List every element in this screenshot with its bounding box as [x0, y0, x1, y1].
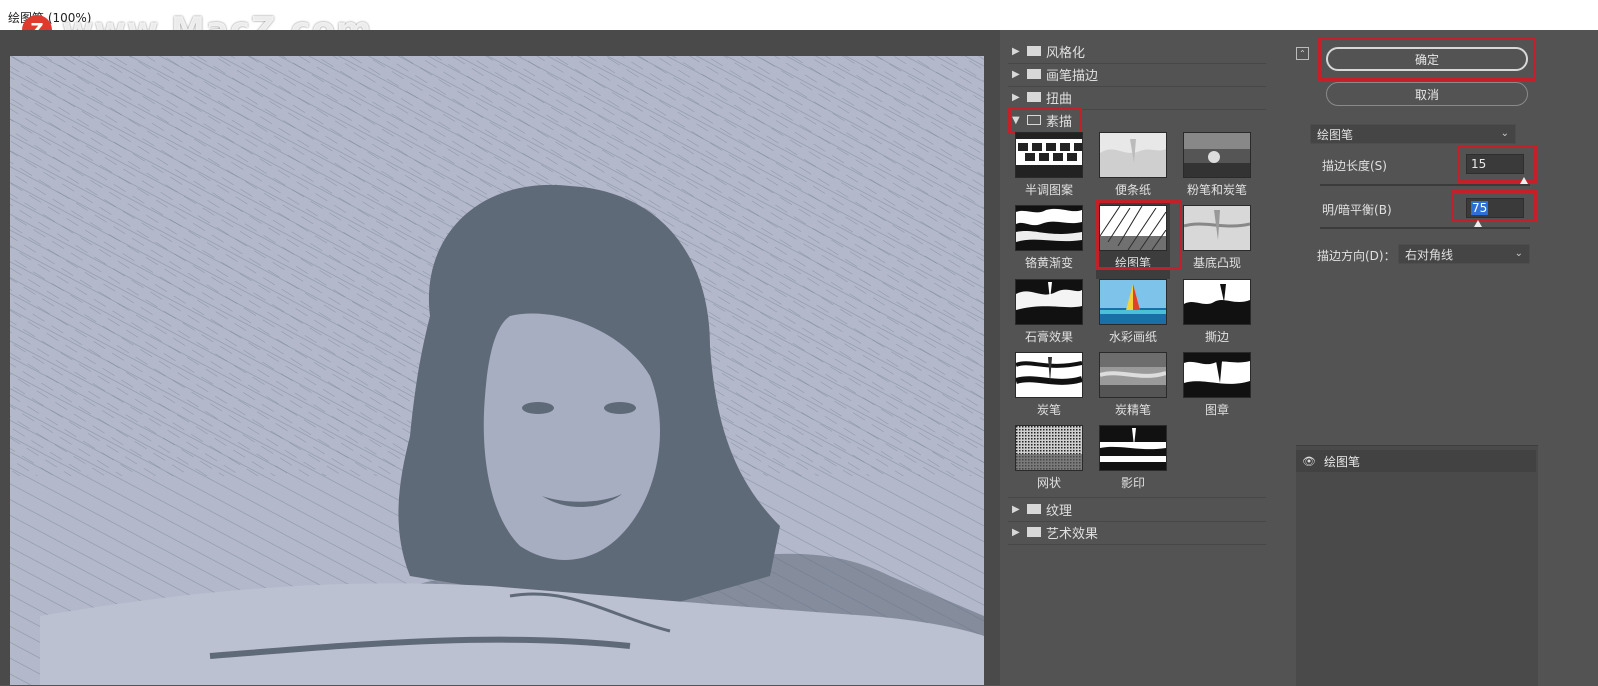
filter-halftone-pattern[interactable]: 半调图案: [1012, 132, 1086, 198]
effect-layers-panel: 👁 绘图笔: [1296, 445, 1538, 686]
filter-reticulation[interactable]: 网状: [1012, 425, 1086, 491]
divider: [1008, 544, 1266, 545]
cancel-button[interactable]: 取消: [1326, 82, 1528, 106]
highlight-box-graphic-pen: [1096, 200, 1182, 270]
expand-triangle-icon: ▶: [1012, 91, 1020, 103]
category-stylize[interactable]: ▶ 风格化: [1012, 40, 1085, 62]
filter-plaster[interactable]: 石膏效果: [1012, 279, 1086, 345]
expand-triangle-icon: ▶: [1012, 45, 1020, 57]
preview-image[interactable]: [10, 56, 984, 685]
eye-icon[interactable]: 👁: [1302, 455, 1318, 468]
filter-note-paper[interactable]: 便条纸: [1096, 132, 1170, 198]
category-texture[interactable]: ▶ 纹理: [1012, 498, 1072, 520]
stroke-direction-dropdown[interactable]: 右对角线 ⌄: [1398, 244, 1530, 264]
folder-icon: [1027, 92, 1041, 102]
stroke-length-slider-handle[interactable]: [1519, 177, 1528, 184]
filter-bas-relief[interactable]: 基底凸现: [1180, 205, 1254, 271]
category-brush-strokes[interactable]: ▶ 画笔描边: [1012, 63, 1098, 85]
chevron-down-icon: ⌄: [1514, 248, 1523, 259]
filter-stamp[interactable]: 图章: [1180, 352, 1254, 418]
light-dark-balance-slider[interactable]: [1320, 220, 1530, 229]
folder-icon: [1027, 46, 1041, 56]
stroke-length-label: 描边长度(S): [1322, 159, 1387, 173]
filter-conte-crayon[interactable]: 炭精笔: [1096, 352, 1170, 418]
highlight-box-sketch-category: [1008, 107, 1082, 134]
expand-triangle-icon: ▶: [1012, 526, 1020, 538]
light-dark-balance-slider-handle[interactable]: [1473, 220, 1482, 227]
category-distort[interactable]: ▶ 扭曲: [1012, 86, 1072, 108]
filter-photocopy[interactable]: 影印: [1096, 425, 1170, 491]
filter-torn-edges[interactable]: 撕边: [1180, 279, 1254, 345]
filter-charcoal[interactable]: 炭笔: [1012, 352, 1086, 418]
collapse-gallery-icon[interactable]: ⌃: [1296, 47, 1309, 60]
filter-gallery: ▶ 风格化 ▶ 画笔描边 ▶ 扭曲 ▼ 素描 半调图案 便条纸 粉笔和炭笔 铬黄…: [1004, 37, 1274, 685]
stroke-length-slider[interactable]: [1320, 177, 1530, 186]
light-dark-balance-label: 明/暗平衡(B): [1322, 203, 1392, 217]
filter-chrome[interactable]: 铬黄渐变: [1012, 205, 1086, 271]
effect-layer-row[interactable]: 👁 绘图笔: [1296, 450, 1536, 472]
filter-water-paper[interactable]: 水彩画纸: [1096, 279, 1170, 345]
folder-icon: [1027, 69, 1041, 79]
highlight-box-light-dark-balance: [1451, 190, 1537, 222]
stroke-direction-label: 描边方向(D)：: [1317, 249, 1396, 263]
title-bar: 绘图笔 (100%) Z www.MacZ.com: [0, 0, 1598, 50]
filter-chalk-charcoal[interactable]: 粉笔和炭笔: [1180, 132, 1254, 198]
chevron-down-icon: ⌄: [1500, 128, 1509, 139]
folder-icon: [1027, 527, 1041, 537]
expand-triangle-icon: ▶: [1012, 503, 1020, 515]
folder-icon: [1027, 504, 1041, 514]
preview-panel: [0, 30, 1000, 685]
category-artistic[interactable]: ▶ 艺术效果: [1012, 521, 1098, 543]
sketch-preview-art: [10, 56, 984, 685]
highlight-box-ok: [1318, 37, 1536, 81]
expand-triangle-icon: ▶: [1012, 68, 1020, 80]
filter-select-dropdown[interactable]: 绘图笔 ⌄: [1310, 124, 1516, 144]
